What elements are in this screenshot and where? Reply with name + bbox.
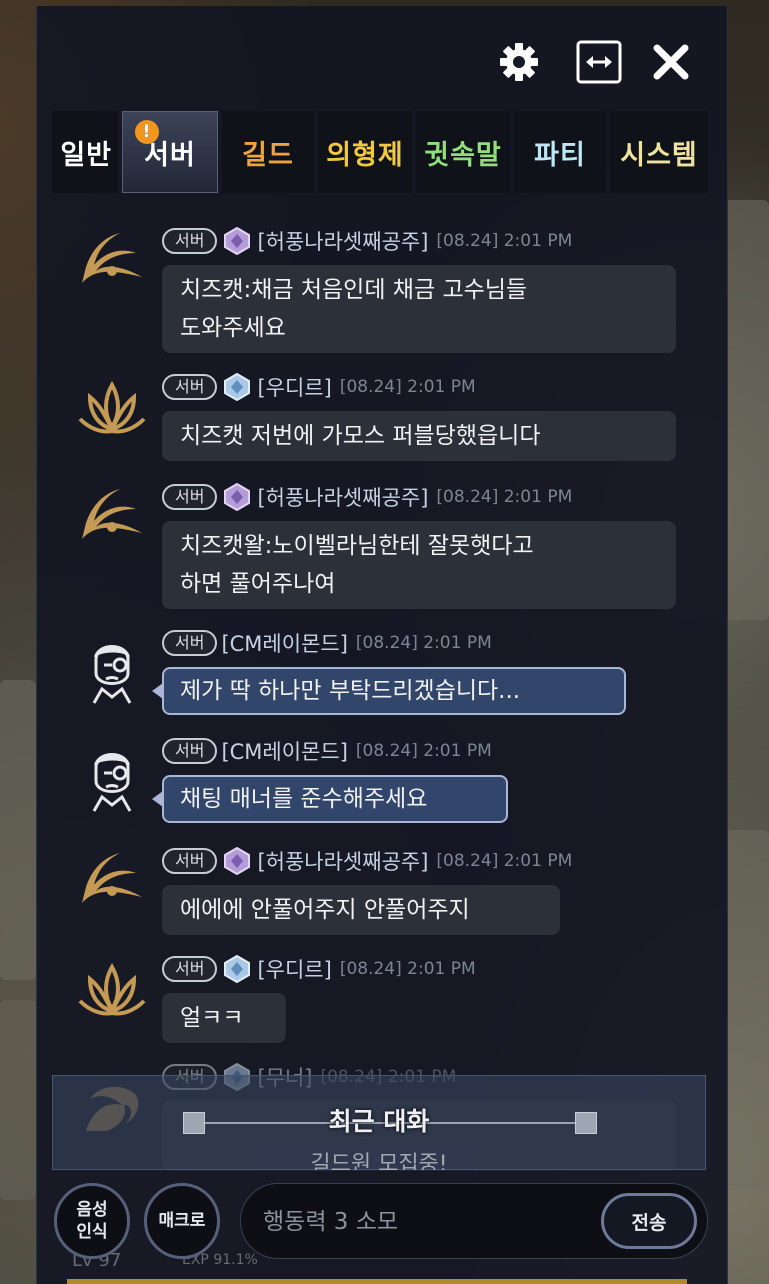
timestamp: [08.24] 2:01 PM (355, 741, 492, 761)
recent-conversation-bar[interactable]: 최근 대화 길드원 모집중! (52, 1075, 706, 1170)
message-header: 서버 [우디르] [08.24] 2:01 PM (162, 955, 476, 983)
tab-brotherhood[interactable]: 의형제 (318, 111, 412, 193)
message-header: 서버 [CM레이몬드] [08.24] 2:01 PM (162, 629, 492, 657)
sender-name[interactable]: [CM레이몬드] (221, 736, 347, 766)
resize-button[interactable] (575, 38, 623, 86)
message-bubble: 치즈캣 저번에 가모스 퍼블당했읍니다 (162, 411, 676, 461)
channel-badge: 서버 (162, 630, 218, 656)
timestamp: [08.24] 2:01 PM (355, 633, 492, 653)
wing-emblem-icon (82, 489, 142, 539)
timestamp: [08.24] 2:01 PM (339, 959, 476, 979)
message-bubble: 에에에 안풀어주지 안풀어주지 (162, 885, 560, 935)
blue-gem-icon (224, 955, 251, 983)
message-text: 치즈캣왈:노이벨라님한테 잘못햇다고 (180, 533, 534, 559)
chat-message: 서버 [허풍나라셋째공주] [08.24] 2:01 PM 치즈캣:채금 처음인… (52, 227, 708, 353)
tab-whisper[interactable]: 귓속말 (416, 111, 510, 193)
channel-badge: 서버 (162, 484, 218, 510)
message-text: 도와주세요 (180, 315, 286, 341)
message-bubble: 치즈캣:채금 처음인데 채금 고수님들 도와주세요 (162, 265, 676, 353)
purple-gem-icon (224, 847, 251, 875)
cm-avatar-icon (92, 753, 132, 812)
message-bubble: 채팅 매너를 준수해주세요 (152, 775, 508, 823)
lotus-emblem-icon (78, 380, 146, 434)
chat-tabs: 일반 ! 서버 길드 의형제 귓속말 파티 시스템 (52, 111, 708, 193)
sender-name[interactable]: [우디르] (257, 372, 331, 402)
message-header: 서버 [허풍나라셋째공주] [08.24] 2:01 PM (162, 847, 572, 875)
message-bubble: 제가 딱 하나만 부탁드리겠습니다... (152, 667, 626, 715)
recent-preview: 길드원 모집중! (310, 1152, 448, 1170)
channel-badge: 서버 (162, 956, 218, 982)
message-header: 서버 [우디르] [08.24] 2:01 PM (162, 373, 476, 401)
settings-button[interactable] (495, 38, 543, 86)
sender-name[interactable]: [우디르] (257, 954, 331, 984)
recent-title: 최근 대화 (328, 1107, 430, 1136)
alert-badge: ! (135, 120, 159, 144)
channel-badge: 서버 (162, 848, 218, 874)
message-text: 하면 풀어주나여 (180, 571, 336, 597)
purple-gem-icon (224, 483, 251, 511)
tab-label: 일반 (60, 139, 112, 171)
chat-message: 서버 [허풍나라셋째공주] [08.24] 2:01 PM 치즈캣왈:노이벨라님… (52, 483, 708, 609)
message-text: 얼ㅋㅋ (180, 1005, 244, 1031)
tab-label: 시스템 (620, 139, 698, 171)
message-header: 서버 [허풍나라셋째공주] [08.24] 2:01 PM (162, 483, 572, 511)
purple-gem-icon (224, 227, 251, 255)
message-bubble: 얼ㅋㅋ (162, 993, 286, 1043)
resize-horizontal-icon (576, 40, 622, 84)
message-text: 제가 딱 하나만 부탁드리겠습니다... (180, 678, 521, 704)
message-header: 서버 [CM레이몬드] [08.24] 2:01 PM (162, 737, 492, 765)
tab-label: 파티 (534, 139, 586, 171)
sender-name[interactable]: [허풍나라셋째공주] (257, 482, 428, 512)
sender-name[interactable]: [CM레이몬드] (221, 628, 347, 658)
chat-input[interactable] (261, 1198, 585, 1246)
message-text: 치즈캣 저번에 가모스 퍼블당했읍니다 (180, 423, 541, 449)
tab-label: 길드 (242, 139, 294, 171)
chat-message: 서버 [CM레이몬드] [08.24] 2:01 PM 제가 딱 하나만 부탁드… (52, 629, 708, 719)
sender-name[interactable]: [허풍나라셋째공주] (257, 846, 428, 876)
chat-message: 서버 [CM레이몬드] [08.24] 2:01 PM 채팅 매너를 준수해주세… (52, 737, 708, 827)
chat-message-list[interactable]: 서버 [허풍나라셋째공주] [08.24] 2:01 PM 치즈캣:채금 처음인… (52, 193, 708, 1171)
chat-message: 서버 [우디르] [08.24] 2:01 PM 얼ㅋㅋ (52, 955, 708, 1045)
message-text: 치즈캣:채금 처음인데 채금 고수님들 (180, 277, 528, 303)
timestamp: [08.24] 2:01 PM (436, 487, 573, 507)
timestamp: [08.24] 2:01 PM (436, 231, 573, 251)
chat-message: 서버 [허풍나라셋째공주] [08.24] 2:01 PM 에에에 안풀어주지 … (52, 847, 708, 937)
tab-party[interactable]: 파티 (514, 111, 606, 193)
message-bubble: 치즈캣왈:노이벨라님한테 잘못햇다고 하면 풀어주나여 (162, 521, 676, 609)
send-button[interactable]: 전송 (601, 1193, 697, 1249)
message-text: 에에에 안풀어주지 안풀어주지 (180, 897, 470, 923)
timestamp: [08.24] 2:01 PM (339, 377, 476, 397)
channel-badge: 서버 (162, 374, 218, 400)
wing-emblem-icon (82, 853, 142, 903)
blue-gem-icon (224, 373, 251, 401)
panel-accent-line (67, 1279, 687, 1284)
channel-badge: 서버 (162, 228, 218, 254)
timestamp: [08.24] 2:01 PM (436, 851, 573, 871)
chat-input-container: 전송 (240, 1183, 708, 1259)
chat-message: 서버 [우디르] [08.24] 2:01 PM 치즈캣 저번에 가모스 퍼블당… (52, 373, 708, 463)
tab-guild[interactable]: 길드 (222, 111, 314, 193)
message-text: 채팅 매너를 준수해주세요 (180, 786, 428, 812)
macro-button[interactable]: 매크로 (144, 1183, 220, 1259)
close-icon (653, 44, 689, 80)
channel-badge: 서버 (162, 738, 218, 764)
message-header: 서버 [허풍나라셋째공주] [08.24] 2:01 PM (162, 227, 572, 255)
voice-recognition-button[interactable]: 음성 인식 (54, 1183, 130, 1259)
tab-general[interactable]: 일반 (52, 111, 118, 193)
gear-icon (500, 43, 538, 81)
sender-name[interactable]: [허풍나라셋째공주] (257, 226, 428, 256)
tab-label: 귓속말 (424, 139, 502, 171)
tab-system[interactable]: 시스템 (610, 111, 708, 193)
cm-avatar-icon (92, 645, 132, 704)
wing-emblem-icon (82, 233, 142, 283)
tab-server[interactable]: ! 서버 (122, 111, 218, 193)
close-button[interactable] (647, 38, 695, 86)
tab-label: 의형제 (326, 139, 404, 171)
chat-input-bar: Lv 97 EXP 91.1% 음성 인식 매크로 전송 (52, 1178, 708, 1274)
lotus-emblem-icon (78, 962, 146, 1016)
